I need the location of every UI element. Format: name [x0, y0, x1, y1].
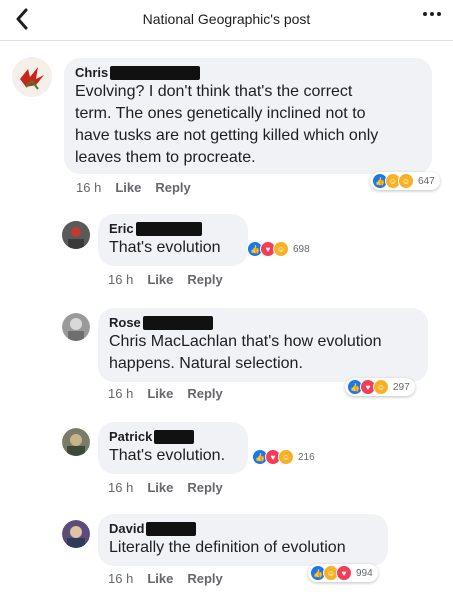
comment-meta: 16 h Like Reply [108, 571, 223, 586]
like-button[interactable]: Like [147, 571, 173, 586]
like-button[interactable]: Like [147, 272, 173, 287]
person-avatar-icon [62, 313, 90, 341]
like-button[interactable]: Like [115, 180, 141, 195]
reaction-count: 647 [418, 175, 435, 187]
reaction-summary[interactable]: 👍 ♥ ☺ 297 [345, 378, 415, 396]
reaction-count: 994 [356, 567, 373, 579]
comment-bubble: Rose Chris MacLachlan that's how evoluti… [98, 308, 428, 382]
redaction-bar [146, 521, 197, 536]
haha-reaction-icon: ☺ [278, 449, 294, 465]
reaction-summary[interactable]: 👍 ♥ ☺ 698 [245, 240, 315, 258]
reply-button[interactable]: Reply [187, 386, 222, 401]
redaction-bar [142, 315, 213, 330]
reply-button[interactable]: Reply [187, 571, 222, 586]
reaction-count: 297 [393, 381, 410, 393]
comment-line: term. The ones genetically inclined not … [75, 105, 366, 122]
comment-line: happens. Natural selection. [109, 355, 303, 372]
person-avatar-icon [62, 221, 90, 249]
reply-button[interactable]: Reply [187, 272, 222, 287]
author-name[interactable]: David [109, 520, 144, 537]
comment-author[interactable]: Chris [75, 64, 421, 81]
author-name[interactable]: Patrick [109, 428, 152, 445]
wow-reaction-icon: ☺ [398, 173, 414, 189]
comment-text: Literally the definition of evolution [109, 539, 346, 556]
comment-author[interactable]: Rose [109, 314, 417, 331]
comment-author[interactable]: Patrick [109, 428, 237, 445]
avatar[interactable] [12, 57, 52, 97]
avatar[interactable] [62, 428, 90, 456]
reaction-count: 698 [293, 243, 310, 255]
author-name[interactable]: Rose [109, 314, 141, 331]
reaction-summary[interactable]: 👍 ♥ ☺ 216 [250, 448, 320, 466]
comment-meta: 16 h Like Reply [108, 272, 223, 287]
reply-button[interactable]: Reply [187, 480, 222, 495]
comment-bubble: Patrick That's evolution. [98, 422, 248, 474]
reaction-summary[interactable]: 👍 ☺ ♥ 994 [308, 564, 378, 582]
comment-meta: 16 h Like Reply [76, 180, 191, 195]
comment-author[interactable]: Eric [109, 220, 237, 237]
comment-line: leaves them to procreate. [75, 149, 256, 166]
haha-reaction-icon: ☺ [373, 379, 389, 395]
avatar[interactable] [62, 313, 90, 341]
comment-bubble: David Literally the definition of evolut… [98, 514, 388, 566]
reaction-count: 216 [298, 451, 315, 463]
comment-bubble: Chris Evolving? I don't think that's the… [64, 58, 432, 174]
avatar[interactable] [62, 221, 90, 249]
like-button[interactable]: Like [147, 480, 173, 495]
comment-line: have tusks are not getting killed which … [75, 127, 379, 144]
reply-button[interactable]: Reply [155, 180, 190, 195]
author-name[interactable]: Chris [75, 64, 108, 81]
comment-text: Chris MacLachlan that's how evolution ha… [109, 331, 417, 375]
person-avatar-icon [62, 520, 90, 548]
redaction-bar [154, 429, 195, 444]
timestamp[interactable]: 16 h [108, 272, 133, 287]
timestamp[interactable]: 16 h [76, 180, 101, 195]
comment-text: Evolving? I don't think that's the corre… [75, 81, 421, 169]
comment-text: That's evolution [109, 239, 221, 256]
top-bar: National Geographic's post [0, 0, 453, 41]
comment-meta: 16 h Like Reply [108, 386, 223, 401]
author-name[interactable]: Eric [109, 220, 134, 237]
avatar[interactable] [62, 520, 90, 548]
comment-bubble: Eric That's evolution [98, 214, 248, 266]
reaction-summary[interactable]: 👍 ☺ ☺ 647 [370, 172, 440, 190]
comment-author[interactable]: David [109, 520, 377, 537]
comment-meta: 16 h Like Reply [108, 480, 223, 495]
page-title: National Geographic's post [142, 11, 311, 27]
timestamp[interactable]: 16 h [108, 386, 133, 401]
love-reaction-icon: ♥ [336, 565, 352, 581]
redaction-bar [110, 65, 201, 80]
person-avatar-icon [62, 428, 90, 456]
comment-line: Chris MacLachlan that's how evolution [109, 333, 382, 350]
comment-line: Evolving? I don't think that's the corre… [75, 83, 353, 100]
comment-text: That's evolution. [109, 447, 226, 464]
timestamp[interactable]: 16 h [108, 571, 133, 586]
ellipsis-icon[interactable] [423, 12, 441, 16]
like-button[interactable]: Like [147, 386, 173, 401]
haha-reaction-icon: ☺ [273, 241, 289, 257]
redaction-bar [135, 221, 202, 236]
flower-avatar-icon [12, 57, 52, 97]
timestamp[interactable]: 16 h [108, 480, 133, 495]
